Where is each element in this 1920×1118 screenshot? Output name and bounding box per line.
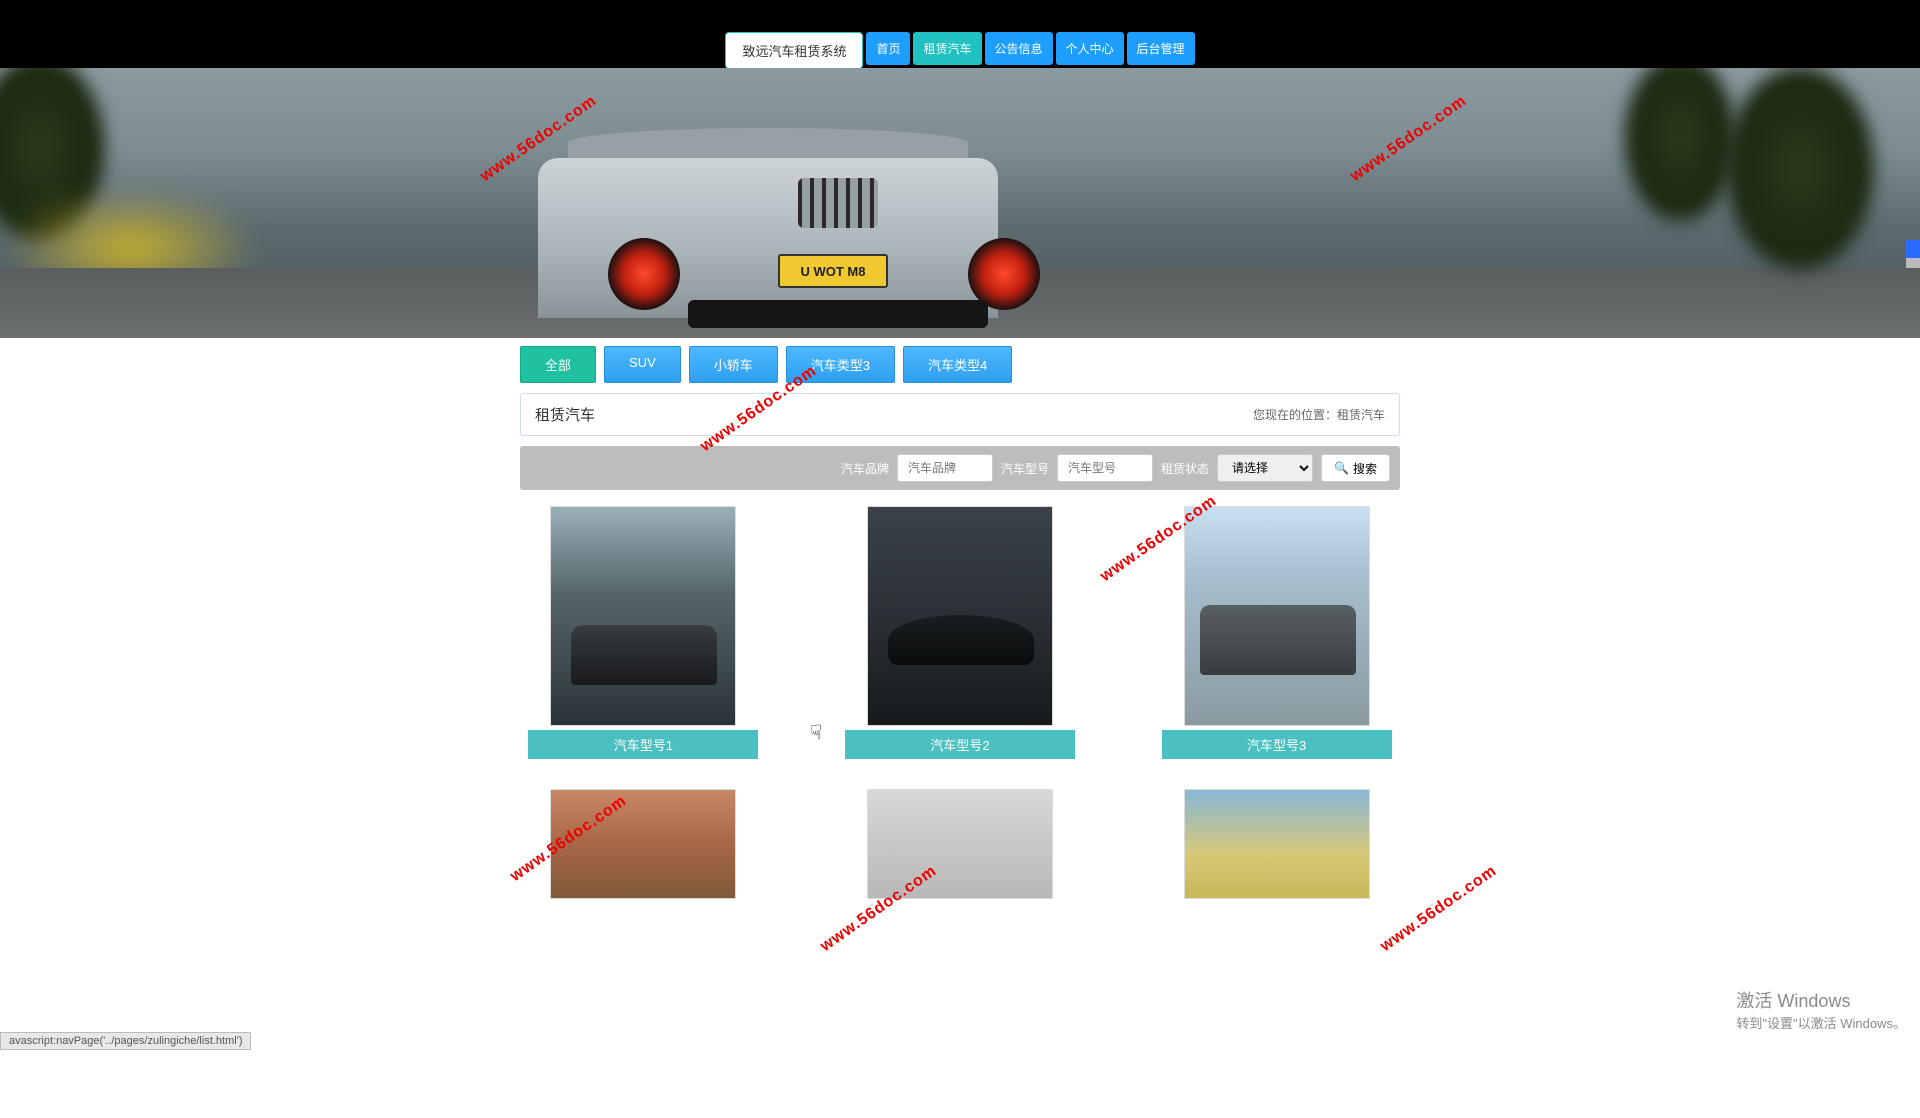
car-card-1[interactable]: 汽车型号1 — [520, 506, 767, 759]
car-label: 汽车型号1 — [528, 730, 758, 759]
car-card-6[interactable] — [1153, 789, 1400, 899]
car-label: 汽车型号3 — [1162, 730, 1392, 759]
tab-suv[interactable]: SUV — [604, 346, 681, 383]
model-label: 汽车型号 — [1001, 460, 1049, 477]
car-image — [550, 506, 736, 726]
brand-input[interactable] — [897, 454, 993, 482]
car-card-5[interactable] — [837, 789, 1084, 899]
category-tabs: 全部 SUV 小轿车 汽车类型3 汽车类型4 — [520, 346, 1400, 383]
brand-label: 致远汽车租赁系统 — [725, 32, 863, 69]
hero-banner: U WOT M8 — [0, 68, 1920, 338]
breadcrumb-bar: 租赁汽车 您现在的位置：租赁汽车 — [520, 393, 1400, 436]
tab-all[interactable]: 全部 — [520, 346, 596, 383]
windows-activation-notice: 激活 Windows 转到"设置"以激活 Windows。 — [1736, 987, 1906, 1032]
nav-rental[interactable]: 租赁汽车 — [913, 32, 981, 65]
browser-status-bar: avascript:navPage('../pages/zulingiche/l… — [0, 1032, 251, 1050]
page-title: 租赁汽车 — [535, 404, 595, 425]
search-button[interactable]: 🔍 搜索 — [1321, 454, 1390, 482]
license-plate: U WOT M8 — [778, 254, 888, 288]
car-image — [1184, 506, 1370, 726]
car-image — [550, 789, 736, 899]
car-image — [1184, 789, 1370, 899]
car-card-3[interactable]: 汽车型号3 — [1153, 506, 1400, 759]
carousel-indicator-2[interactable] — [1906, 258, 1920, 268]
nav-home[interactable]: 首页 — [866, 32, 910, 65]
search-icon: 🔍 — [1334, 461, 1349, 475]
car-card-2[interactable]: 汽车型号2 — [837, 506, 1084, 759]
search-bar: 汽车品牌 汽车型号 租赁状态 请选择 🔍 搜索 — [520, 446, 1400, 490]
car-image — [867, 789, 1053, 899]
status-select[interactable]: 请选择 — [1217, 454, 1313, 482]
model-input[interactable] — [1057, 454, 1153, 482]
nav-personal[interactable]: 个人中心 — [1056, 32, 1124, 65]
car-label: 汽车型号2 — [845, 730, 1075, 759]
status-label: 租赁状态 — [1161, 460, 1209, 477]
car-image — [867, 506, 1053, 726]
brand-label: 汽车品牌 — [841, 460, 889, 477]
car-card-4[interactable] — [520, 789, 767, 899]
car-grid: 汽车型号1 汽车型号2 汽车型号3 — [520, 506, 1400, 899]
tab-sedan[interactable]: 小轿车 — [689, 346, 778, 383]
nav-admin[interactable]: 后台管理 — [1127, 32, 1195, 65]
tab-type4[interactable]: 汽车类型4 — [903, 346, 1012, 383]
top-nav: 致远汽车租赁系统 首页 租赁汽车 公告信息 个人中心 后台管理 — [0, 30, 1920, 68]
nav-notice[interactable]: 公告信息 — [985, 32, 1053, 65]
tab-type3[interactable]: 汽车类型3 — [786, 346, 895, 383]
carousel-indicator[interactable] — [1906, 240, 1920, 258]
breadcrumb: 您现在的位置：租赁汽车 — [1253, 406, 1385, 423]
